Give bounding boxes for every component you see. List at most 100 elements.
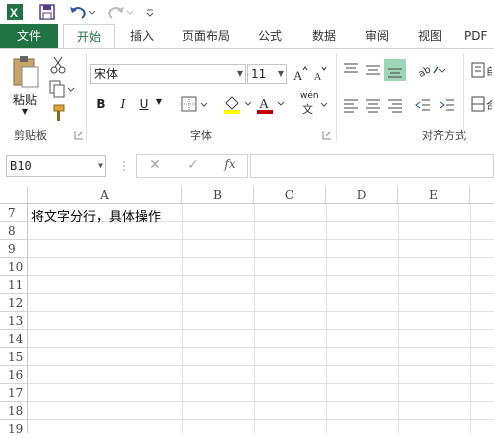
tab-data[interactable]: 数据: [304, 24, 344, 48]
svg-text:A: A: [293, 68, 303, 83]
copy-icon[interactable]: [48, 79, 76, 99]
save-icon[interactable]: [38, 3, 56, 21]
align-right-icon[interactable]: [386, 97, 404, 113]
grow-font-icon[interactable]: A: [292, 65, 308, 83]
shrink-font-icon[interactable]: A: [312, 65, 328, 83]
table-row[interactable]: [28, 348, 494, 366]
paste-button[interactable]: 粘贴 ▼: [8, 91, 42, 116]
formula-bar: B10 ▼ ⋮ ✕ ✓ fx: [0, 145, 494, 185]
cancel-icon[interactable]: ✕: [147, 157, 163, 173]
name-box[interactable]: B10 ▼: [6, 155, 106, 177]
orientation-icon[interactable]: ab: [416, 61, 446, 80]
column-header-b[interactable]: B: [182, 186, 254, 204]
svg-text:A: A: [314, 72, 322, 83]
table-row[interactable]: [28, 420, 494, 433]
redo-icon[interactable]: [106, 3, 134, 21]
font-name-select[interactable]: 宋体 ▼: [90, 64, 246, 84]
column-header-e[interactable]: E: [398, 186, 470, 204]
chevron-down-icon: ▼: [236, 69, 243, 78]
column-header-f-partial[interactable]: [470, 186, 494, 204]
ribbon-tabs: 文件 开始 插入 页面布局 公式 数据 审阅 视图 PDF: [0, 24, 494, 49]
insert-function-button[interactable]: fx: [221, 157, 239, 171]
customize-qat-icon[interactable]: [144, 3, 156, 21]
cell-a7[interactable]: 将文字分行，具体操作: [31, 206, 161, 225]
row-header[interactable]: 11: [0, 276, 28, 294]
bold-button[interactable]: B: [94, 97, 108, 111]
tab-view[interactable]: 视图: [410, 24, 450, 48]
tab-home[interactable]: 开始: [63, 24, 115, 49]
tab-pdf[interactable]: PDF: [464, 24, 494, 48]
table-row[interactable]: [28, 330, 494, 348]
group-divider: [463, 53, 464, 141]
underline-button[interactable]: U: [137, 97, 151, 111]
phonetic-label: wén: [300, 91, 319, 101]
row-header[interactable]: 17: [0, 384, 28, 402]
tab-file[interactable]: 文件: [0, 24, 58, 48]
row-header[interactable]: 15: [0, 348, 28, 366]
formula-buttons: ✕ ✓ fx: [136, 154, 248, 178]
table-row[interactable]: [28, 312, 494, 330]
name-box-value: B10: [10, 159, 32, 173]
ribbon: 粘贴 ▼ 剪贴板 宋体 ▼ 11 ▼ A A B I U ▼ A wén 文 字…: [0, 48, 494, 146]
paste-icon[interactable]: [10, 55, 40, 89]
tab-review[interactable]: 审阅: [357, 24, 397, 48]
italic-button[interactable]: I: [116, 97, 130, 111]
column-header-d[interactable]: D: [326, 186, 398, 204]
font-group-label: 字体: [190, 129, 212, 142]
decrease-indent-icon[interactable]: [414, 97, 432, 113]
excel-logo-icon: X: [6, 3, 24, 21]
fill-color-icon[interactable]: [222, 93, 254, 115]
table-row[interactable]: [28, 276, 494, 294]
table-row[interactable]: [28, 258, 494, 276]
phonetic-guide-icon[interactable]: wén 文: [298, 91, 330, 116]
format-painter-icon[interactable]: [48, 103, 68, 123]
formula-bar-grip-icon[interactable]: ⋮: [118, 159, 130, 173]
tab-insert[interactable]: 插入: [122, 24, 162, 48]
tab-formulas[interactable]: 公式: [250, 24, 290, 48]
group-divider: [336, 53, 337, 141]
row-header[interactable]: 9: [0, 240, 28, 258]
cut-icon[interactable]: [48, 55, 68, 75]
formula-input[interactable]: [250, 154, 494, 178]
font-name-value: 宋体: [94, 67, 119, 81]
align-center-icon[interactable]: [364, 97, 382, 113]
align-middle-icon[interactable]: [364, 61, 382, 77]
row-header[interactable]: 12: [0, 294, 28, 312]
font-color-icon[interactable]: A: [255, 93, 287, 115]
font-launcher-icon[interactable]: [322, 129, 332, 140]
wrap-text-icon[interactable]: 自: [470, 61, 494, 79]
row-header[interactable]: 19: [0, 420, 28, 436]
row-header[interactable]: 14: [0, 330, 28, 348]
row-header[interactable]: 7: [0, 204, 28, 222]
table-row[interactable]: [28, 402, 494, 420]
worksheet-grid[interactable]: A B C D E 7 8 9 10 11 12 13 14 15 16 17 …: [0, 186, 494, 436]
merge-center-icon[interactable]: 合: [470, 95, 494, 113]
column-header-a[interactable]: A: [28, 186, 182, 204]
table-row[interactable]: [28, 240, 494, 258]
row-header[interactable]: 18: [0, 402, 28, 420]
group-divider: [86, 53, 87, 141]
column-header-c[interactable]: C: [254, 186, 326, 204]
row-header[interactable]: 13: [0, 312, 28, 330]
column-gridline: [326, 204, 327, 433]
undo-icon[interactable]: [68, 3, 96, 21]
align-left-icon[interactable]: [342, 97, 360, 113]
table-row[interactable]: [28, 384, 494, 402]
align-bottom-icon[interactable]: [384, 59, 406, 81]
chevron-down-icon: ▼: [277, 69, 284, 78]
tab-page-layout[interactable]: 页面布局: [176, 24, 236, 48]
enter-icon[interactable]: ✓: [185, 157, 201, 173]
row-header[interactable]: 10: [0, 258, 28, 276]
increase-indent-icon[interactable]: [438, 97, 456, 113]
row-header[interactable]: 8: [0, 222, 28, 240]
align-top-icon[interactable]: [342, 61, 360, 77]
chevron-down-icon[interactable]: ▼: [153, 97, 165, 106]
table-row[interactable]: [28, 366, 494, 384]
select-all-corner[interactable]: [0, 186, 28, 204]
table-row[interactable]: [28, 294, 494, 312]
clipboard-launcher-icon[interactable]: [74, 129, 84, 140]
row-header[interactable]: 16: [0, 366, 28, 384]
svg-text:自: 自: [486, 65, 492, 78]
font-size-select[interactable]: 11 ▼: [247, 64, 287, 84]
borders-icon[interactable]: [180, 95, 210, 113]
